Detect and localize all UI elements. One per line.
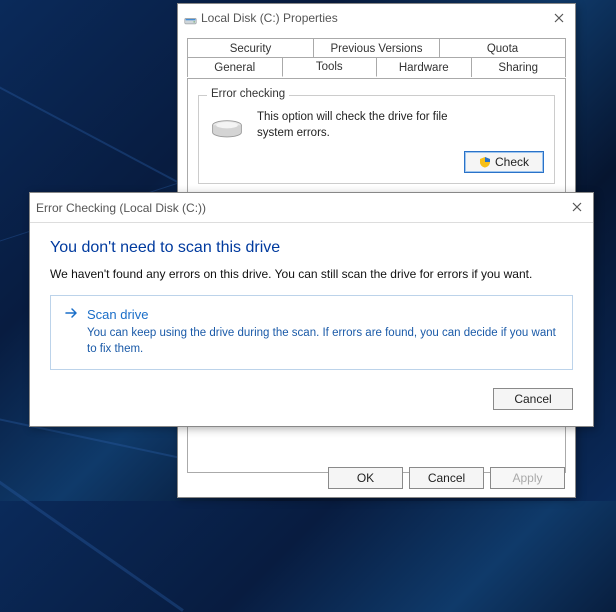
scan-drive-desc: You can keep using the drive during the … [87, 326, 558, 357]
dialog-titlebar[interactable]: Error Checking (Local Disk (C:)) [30, 193, 593, 223]
apply-button: Apply [490, 467, 565, 489]
error-checking-legend: Error checking [207, 88, 289, 100]
error-checking-group: Error checking This option will check th… [198, 95, 555, 184]
tab-strip: Security Previous Versions Quota General… [187, 38, 566, 78]
dialog-title: Error Checking (Local Disk (C:)) [36, 201, 206, 215]
ok-button[interactable]: OK [328, 467, 403, 489]
tab-general[interactable]: General [187, 57, 283, 77]
dialog-footer: Cancel [50, 388, 573, 410]
dialog-body: You don't need to scan this drive We hav… [30, 223, 593, 420]
tab-quota[interactable]: Quota [439, 38, 566, 58]
drive-icon [209, 118, 245, 140]
tab-security[interactable]: Security [187, 38, 314, 58]
dialog-headline: You don't need to scan this drive [50, 239, 573, 257]
scan-drive-label: Scan drive [87, 307, 148, 322]
check-button[interactable]: Check [464, 151, 544, 173]
close-icon[interactable] [567, 197, 587, 217]
error-checking-dialog: Error Checking (Local Disk (C:)) You don… [29, 192, 594, 427]
dialog-cancel-button[interactable]: Cancel [493, 388, 573, 410]
scan-drive-option[interactable]: Scan drive You can keep using the drive … [50, 295, 573, 370]
tab-tools[interactable]: Tools [282, 57, 378, 77]
properties-footer: OK Cancel Apply [328, 467, 565, 489]
tab-sharing[interactable]: Sharing [471, 57, 567, 77]
dialog-subtext: We haven't found any errors on this driv… [50, 267, 573, 281]
arrow-right-icon [65, 306, 79, 323]
tab-hardware[interactable]: Hardware [376, 57, 472, 77]
disk-icon [184, 12, 197, 25]
tab-previous-versions[interactable]: Previous Versions [313, 38, 440, 58]
cancel-button[interactable]: Cancel [409, 467, 484, 489]
properties-title: Local Disk (C:) Properties [201, 11, 338, 25]
error-checking-text: This option will check the drive for fil… [257, 110, 477, 141]
properties-titlebar[interactable]: Local Disk (C:) Properties [178, 4, 575, 32]
uac-shield-icon [479, 156, 491, 168]
close-icon[interactable] [549, 8, 569, 28]
